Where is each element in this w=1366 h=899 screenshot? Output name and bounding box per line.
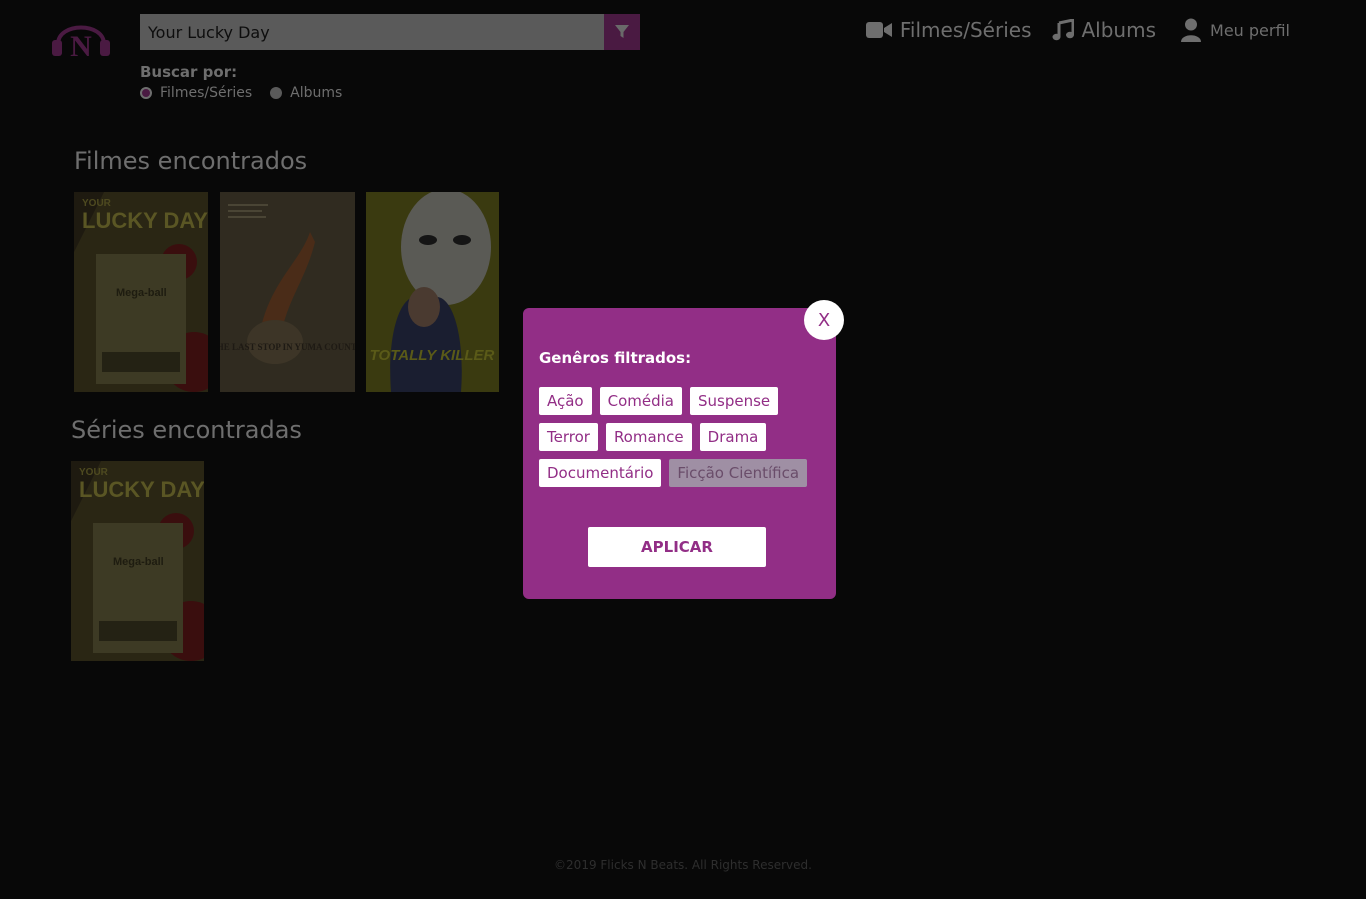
genre-chip-romance[interactable]: Romance: [605, 423, 692, 451]
poster-title: TOTALLY KILLER: [370, 347, 495, 364]
poster-title: THE LAST STOP IN YUMA COUNTY: [220, 342, 355, 352]
filter-icon: [615, 25, 629, 38]
poster-series-your-lucky-day[interactable]: YOUR LUCKY DAY Mega-ball: [71, 461, 204, 661]
top-nav: Filmes/Séries Albums Meu perfil: [865, 18, 1290, 42]
search-by-label: Buscar por:: [140, 63, 238, 81]
nav-profile[interactable]: Meu perfil: [1180, 18, 1290, 42]
video-camera-icon: [865, 22, 892, 38]
radio-dot[interactable]: [270, 87, 283, 99]
poster-your-lucky-day[interactable]: YOUR LUCKY DAY Mega-ball: [74, 192, 208, 392]
poster-title: LUCKY DAY: [82, 208, 208, 233]
radio-label: Filmes/Séries: [160, 85, 253, 101]
movies-section-title: Filmes encontrados: [74, 147, 308, 175]
radio-label: Albums: [290, 85, 343, 101]
nav-albums-label: Albums: [1081, 18, 1157, 42]
poster-title: LUCKY DAY: [79, 477, 204, 502]
genre-chip-comedia[interactable]: Comédia: [599, 387, 682, 415]
genre-chip-documentario[interactable]: Documentário: [539, 459, 662, 487]
nav-movies[interactable]: Filmes/Séries: [865, 18, 1032, 42]
genre-chip-ficcao-cientifica-selected[interactable]: Ficção Científica: [669, 459, 808, 487]
search-by-options: Filmes/Séries Albums: [140, 85, 342, 101]
nav-movies-label: Filmes/Séries: [899, 18, 1032, 42]
user-icon: [1181, 18, 1202, 42]
close-modal-button[interactable]: X: [804, 300, 844, 340]
genre-filter-modal: Genêros filtrados: Ação Comédia Suspense…: [523, 308, 836, 599]
radio-albums[interactable]: Albums: [270, 85, 342, 101]
filter-button[interactable]: [604, 14, 640, 50]
nav-profile-label: Meu perfil: [1210, 20, 1290, 40]
genre-list: Ação Comédia Suspense Terror Romance Dra…: [539, 387, 839, 495]
poster-totally-killer[interactable]: TOTALLY KILLER: [366, 192, 499, 392]
apply-button[interactable]: APLICAR: [588, 527, 766, 567]
series-section-title: Séries encontradas: [71, 416, 302, 444]
music-note-icon: [1052, 19, 1074, 41]
modal-title: Genêros filtrados:: [539, 349, 692, 367]
radio-dot-checked[interactable]: [140, 87, 152, 99]
poster-ticket-text: Mega-ball: [116, 287, 167, 299]
genre-chip-suspense[interactable]: Suspense: [690, 387, 779, 415]
genre-row: Ação Comédia Suspense: [539, 387, 839, 415]
svg-text:N: N: [70, 30, 92, 60]
footer-copyright: ©2019 Flicks N Beats. All Rights Reserve…: [554, 858, 812, 872]
genre-chip-acao[interactable]: Ação: [539, 387, 592, 415]
search-input[interactable]: [140, 14, 604, 50]
genre-row: Terror Romance Drama: [539, 423, 839, 451]
genre-chip-drama[interactable]: Drama: [699, 423, 767, 451]
poster-ticket-text: Mega-ball: [113, 556, 164, 568]
genre-chip-terror[interactable]: Terror: [539, 423, 598, 451]
radio-filmes-series[interactable]: Filmes/Séries: [140, 85, 252, 101]
poster-last-stop-yuma-county[interactable]: THE LAST STOP IN YUMA COUNTY: [220, 192, 355, 392]
app-logo[interactable]: N: [50, 14, 112, 63]
search-box: [140, 14, 640, 50]
nav-albums[interactable]: Albums: [1052, 18, 1157, 42]
genre-row: Documentário Ficção Científica: [539, 459, 839, 487]
